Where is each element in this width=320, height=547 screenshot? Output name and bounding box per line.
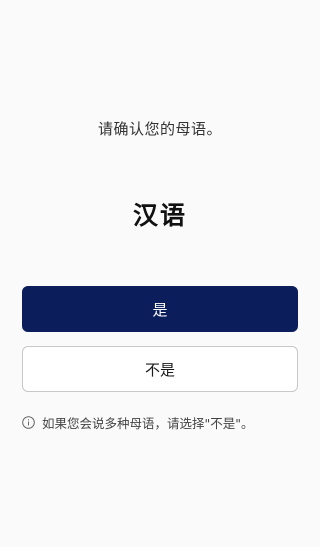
note-text: 如果您会说多种母语，请选择"不是"。 — [42, 416, 254, 431]
yes-button-label: 是 — [152, 300, 168, 319]
info-icon — [22, 416, 35, 429]
native-language-label: 汉语 — [132, 201, 187, 230]
multi-language-note: 如果您会说多种母语，请选择"不是"。 — [22, 413, 312, 432]
yes-button[interactable]: 是 — [22, 286, 298, 332]
no-button-label: 不是 — [144, 360, 175, 379]
no-button[interactable]: 不是 — [22, 346, 298, 392]
confirm-prompt: 请确认您的母语。 — [97, 120, 222, 138]
